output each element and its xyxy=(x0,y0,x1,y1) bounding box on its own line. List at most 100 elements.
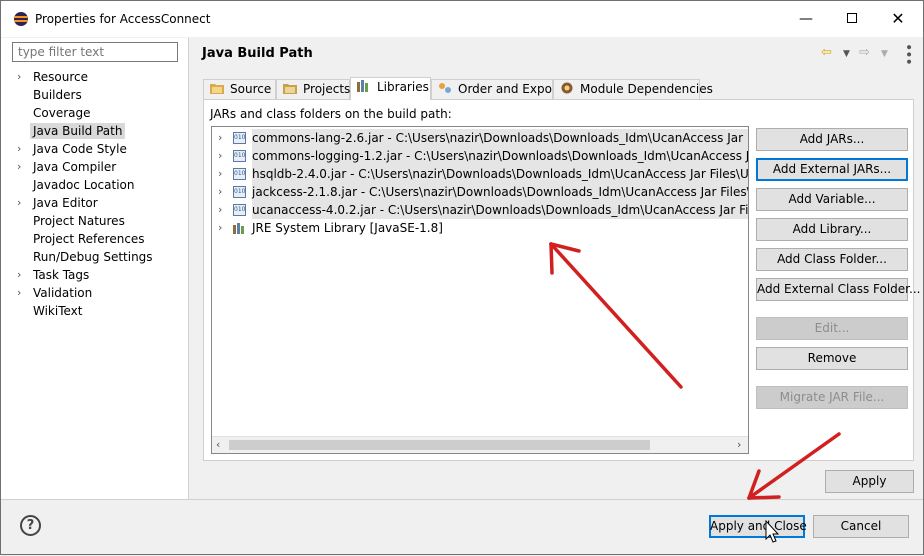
tree-item[interactable]: › Java Editor xyxy=(15,194,153,212)
cancel-button[interactable]: Cancel xyxy=(813,515,909,538)
entry-label: commons-logging-1.2.jar - C:\Users\nazir… xyxy=(252,147,748,165)
tree-item-label: Java Editor xyxy=(33,196,98,210)
chevron-right-icon[interactable]: › xyxy=(17,68,21,86)
add-external-jars-button[interactable]: Add External JARs... xyxy=(756,158,908,181)
tree-item-label: Project Natures xyxy=(33,214,125,228)
entry-label: commons-lang-2.6.jar - C:\Users\nazir\Do… xyxy=(252,129,748,147)
tab-projects-label: Projects xyxy=(303,82,351,96)
tree-item[interactable]: Project References xyxy=(15,230,153,248)
jar-file-icon: 010 xyxy=(233,150,246,162)
help-icon[interactable]: ? xyxy=(20,515,41,536)
jar-entry[interactable]: › 010 hsqldb-2.4.0.jar - C:\Users\nazir\Do… xyxy=(212,165,748,183)
entry-label: ucanaccess-4.0.2.jar - C:\Users\nazir\Do… xyxy=(252,201,748,219)
tree-item[interactable]: Builders xyxy=(15,86,153,104)
entry-label: jackcess-2.1.8.jar - C:\Users\nazir\Down… xyxy=(252,183,748,201)
add-class-folder-button[interactable]: Add Class Folder... xyxy=(756,248,908,271)
module-dependencies-icon xyxy=(561,82,573,94)
tree-item[interactable]: Java Build Path xyxy=(15,122,153,140)
tree-item-label: Project References xyxy=(33,232,145,246)
build-path-list[interactable]: › JRE System Library [JavaSE-1.8] › 010 ucan… xyxy=(211,126,749,454)
tree-item[interactable]: Javadoc Location xyxy=(15,176,153,194)
chevron-right-icon[interactable]: › xyxy=(218,129,222,147)
back-dropdown-icon[interactable]: ▼ xyxy=(843,49,850,59)
window-title: Properties for AccessConnect xyxy=(35,12,211,26)
chevron-right-icon[interactable]: › xyxy=(17,194,21,212)
tree-item[interactable]: Project Natures xyxy=(15,212,153,230)
projects-folder-icon xyxy=(283,84,297,94)
remove-button[interactable]: Remove xyxy=(756,347,908,370)
chevron-right-icon[interactable]: › xyxy=(218,147,222,165)
jar-entry[interactable]: › 010 commons-lang-2.6.jar - C:\Users\nazi… xyxy=(212,129,748,147)
jar-entry[interactable]: › 010 commons-logging-1.2.jar - C:\Users\n… xyxy=(212,147,748,165)
tree-item[interactable]: › Java Compiler xyxy=(15,158,153,176)
chevron-right-icon[interactable]: › xyxy=(17,266,21,284)
forward-dropdown-icon[interactable]: ▼ xyxy=(881,49,888,59)
tree-item[interactable]: › Task Tags xyxy=(15,266,153,284)
tree-item[interactable]: › Java Code Style xyxy=(15,140,153,158)
add-jars-button[interactable]: Add JARs... xyxy=(756,128,908,151)
properties-dialog: Properties for AccessConnect — ✕ › Resour… xyxy=(0,0,924,555)
libraries-panel: JARs and class folders on the build path… xyxy=(203,99,920,461)
add-library-button[interactable]: Add Library... xyxy=(756,218,908,241)
source-folder-icon xyxy=(210,84,224,94)
jar-entry[interactable]: › 010 jackcess-2.1.8.jar - C:\Users\nazir\… xyxy=(212,183,748,201)
chevron-right-icon[interactable]: › xyxy=(17,158,21,176)
library-entry[interactable]: › JRE System Library [JavaSE-1.8] xyxy=(212,219,748,237)
tree-item-label: Validation xyxy=(33,286,93,300)
chevron-right-icon[interactable]: › xyxy=(17,284,21,302)
jar-file-icon: 010 xyxy=(233,168,246,180)
back-arrow-icon[interactable]: ⇦ xyxy=(821,45,832,60)
tree-item-label: Java Compiler xyxy=(33,160,117,174)
tab-libraries[interactable]: Libraries xyxy=(350,77,431,100)
chevron-right-icon[interactable]: › xyxy=(218,219,222,237)
view-menu-icon[interactable]: ••• xyxy=(900,43,916,65)
migrate-jar-button[interactable]: Migrate JAR File... xyxy=(756,386,908,409)
edit-button[interactable]: Edit... xyxy=(756,317,908,340)
minimize-button[interactable]: — xyxy=(783,1,829,37)
chevron-right-icon[interactable]: › xyxy=(218,201,222,219)
jar-entry[interactable]: › 010 ucanaccess-4.0.2.jar - C:\Users\nazi… xyxy=(212,201,748,219)
tab-order-and-export[interactable]: Order and Export xyxy=(431,79,562,99)
apply-button[interactable]: Apply xyxy=(825,470,914,493)
scroll-left-icon[interactable]: ‹ xyxy=(216,438,220,451)
scroll-right-icon[interactable]: › xyxy=(737,438,741,451)
tree-item[interactable]: Coverage xyxy=(15,104,153,122)
tree-item[interactable]: WikiText xyxy=(15,302,153,320)
tree-item-label: Builders xyxy=(33,88,82,102)
tab-source[interactable]: Source xyxy=(203,79,276,99)
maximize-button[interactable] xyxy=(829,1,875,37)
tab-libraries-label: Libraries xyxy=(377,80,429,94)
tree-item-label: Coverage xyxy=(33,106,91,120)
libraries-icon xyxy=(357,80,368,92)
page-title: Java Build Path xyxy=(202,46,313,61)
tab-order-and-export-label: Order and Export xyxy=(458,82,562,96)
eclipse-icon xyxy=(14,12,28,26)
tree-item-label: Task Tags xyxy=(33,268,90,282)
chevron-right-icon[interactable]: › xyxy=(218,165,222,183)
tree-item-label: Java Code Style xyxy=(33,142,127,156)
jar-file-icon: 010 xyxy=(233,132,246,144)
tab-projects[interactable]: Projects xyxy=(276,79,350,99)
tree-item-label: Javadoc Location xyxy=(33,178,135,192)
chevron-right-icon[interactable]: › xyxy=(218,183,222,201)
add-variable-button[interactable]: Add Variable... xyxy=(756,188,908,211)
forward-arrow-icon[interactable]: ⇨ xyxy=(859,45,870,60)
tree-item-label: WikiText xyxy=(33,304,83,318)
tab-source-label: Source xyxy=(230,82,272,96)
chevron-right-icon[interactable]: › xyxy=(17,140,21,158)
add-external-class-folder-button[interactable]: Add External Class Folder... xyxy=(756,278,920,301)
tab-module-dependencies-label: Module Dependencies xyxy=(580,82,713,96)
tree-item[interactable]: Run/Debug Settings xyxy=(15,248,153,266)
apply-and-close-button[interactable]: Apply and Close xyxy=(709,515,807,538)
close-button[interactable]: ✕ xyxy=(875,1,921,37)
tree-item-label: Resource xyxy=(33,70,89,84)
tree-item[interactable]: › Resource xyxy=(15,68,153,86)
horizontal-scrollbar[interactable]: ‹ › xyxy=(212,436,748,453)
scrollbar-thumb[interactable] xyxy=(229,440,650,450)
filter-input[interactable] xyxy=(12,42,178,62)
tree-item[interactable]: › Validation xyxy=(15,284,153,302)
tree-list: › Resource Builders Coverage Java Build Path… xyxy=(15,68,153,320)
entry-label: hsqldb-2.4.0.jar - C:\Users\nazir\Downlo… xyxy=(252,165,748,183)
tab-module-dependencies[interactable]: Module Dependencies xyxy=(553,79,713,99)
order-export-icon xyxy=(439,83,451,93)
